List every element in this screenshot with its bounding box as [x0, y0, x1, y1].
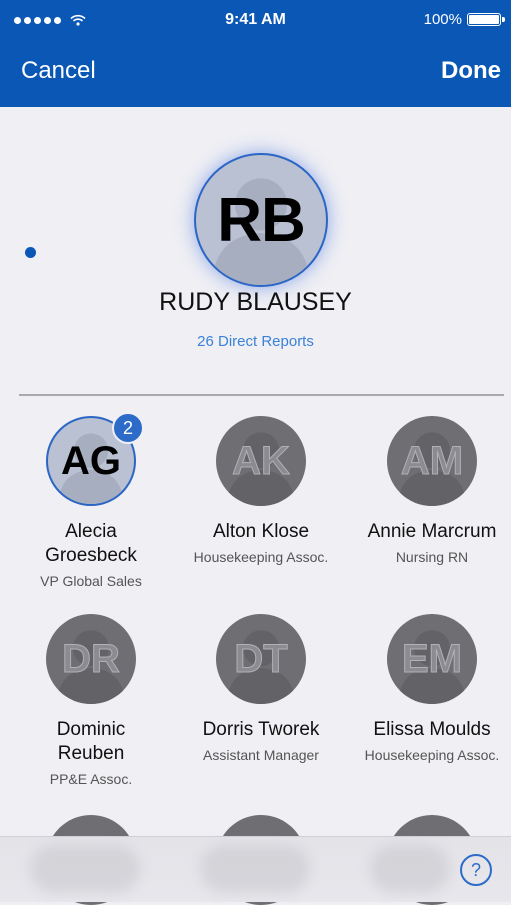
report-initials: AM	[400, 438, 464, 483]
battery-icon	[467, 13, 505, 26]
report-card-alecia[interactable]: AG 2 Alecia Groesbeck VP Global Sales	[6, 412, 176, 590]
divider	[19, 394, 504, 396]
report-avatar: AM	[387, 416, 477, 506]
report-name: Dominic Reuben	[6, 718, 176, 766]
notification-badge: 2	[112, 412, 144, 444]
report-title: Assistant Manager	[203, 747, 319, 763]
report-name-line1: Dominic	[56, 719, 126, 740]
blur-overlay	[30, 845, 140, 893]
report-avatar: DR	[46, 614, 136, 704]
report-avatar: DT	[216, 614, 306, 704]
report-initials: EM	[402, 636, 463, 681]
report-title: Housekeeping Assoc.	[193, 549, 329, 565]
page-indicator-dot	[25, 247, 36, 258]
report-title: Nursing RN	[395, 549, 469, 565]
report-name: Elissa Moulds	[347, 718, 511, 742]
bottom-toolbar: ?	[0, 836, 511, 902]
report-card-alton[interactable]: AK Alton Klose Housekeeping Assoc.	[176, 416, 346, 566]
report-name-line1: Dorris Tworek	[202, 719, 320, 740]
report-name-line1: Elissa Moulds	[373, 719, 491, 740]
done-button[interactable]: Done	[441, 57, 501, 85]
report-initials: AK	[232, 438, 291, 483]
report-title: Housekeeping Assoc.	[364, 747, 500, 763]
question-circle-icon: ?	[470, 859, 481, 880]
report-name-line1: Alecia	[65, 521, 117, 542]
report-name: Annie Marcrum	[347, 520, 511, 544]
status-bar: 9:41 AM 100%	[0, 0, 511, 40]
report-card-dorris[interactable]: DT Dorris Tworek Assistant Manager	[176, 614, 346, 764]
direct-reports-link[interactable]: 26 Direct Reports	[0, 333, 511, 350]
report-name: Dorris Tworek	[176, 718, 346, 742]
report-initials: DT	[234, 636, 288, 681]
report-name-line1: Annie Marcrum	[367, 521, 497, 542]
report-avatar: AK	[216, 416, 306, 506]
report-title: PP&E Assoc.	[49, 771, 133, 787]
report-name-line1: Alton Klose	[212, 521, 310, 542]
manager-header: RB RUDY BLAUSEY 26 Direct Reports	[0, 107, 511, 387]
report-card-elissa[interactable]: EM Elissa Moulds Housekeeping Assoc.	[347, 614, 511, 764]
report-card-dominic[interactable]: DR Dominic Reuben PP&E Assoc.	[6, 614, 176, 788]
blur-overlay	[370, 845, 450, 893]
battery-indicator: 100%	[423, 11, 505, 28]
report-card-annie[interactable]: AM Annie Marcrum Nursing RN	[347, 416, 511, 566]
cancel-button[interactable]: Cancel	[21, 57, 96, 85]
battery-percent: 100%	[423, 11, 462, 28]
report-avatar: EM	[387, 614, 477, 704]
help-button[interactable]: ?	[460, 854, 492, 886]
report-name-line2: Groesbeck	[45, 545, 137, 566]
report-initials: DR	[62, 636, 121, 681]
manager-avatar[interactable]: RB	[194, 153, 328, 287]
report-name-line2: Reuben	[57, 743, 125, 764]
report-title: VP Global Sales	[40, 573, 142, 589]
report-name: Alecia Groesbeck	[6, 520, 176, 568]
top-bar: 9:41 AM 100% Cancel Done	[0, 0, 511, 107]
manager-name: RUDY BLAUSEY	[159, 288, 352, 316]
manager-initials: RB	[217, 185, 306, 255]
blur-overlay	[200, 845, 310, 893]
report-name: Alton Klose	[176, 520, 346, 544]
